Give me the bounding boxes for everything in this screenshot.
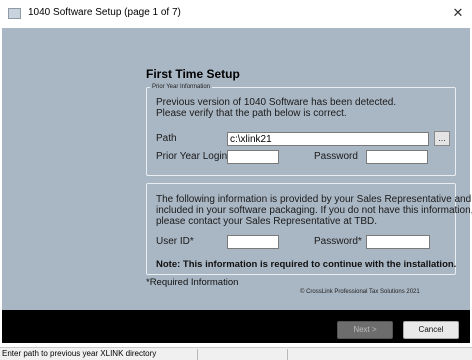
prior-year-login-input[interactable] <box>227 150 279 164</box>
close-icon[interactable]: ✕ <box>450 5 466 21</box>
user-id-label: User ID* <box>156 236 194 247</box>
next-button[interactable]: Next > <box>337 321 393 339</box>
sales-info-line1: The following information is provided by… <box>156 194 472 205</box>
status-text: Enter path to previous year XLINK direct… <box>2 349 157 358</box>
page-heading: First Time Setup <box>146 67 240 81</box>
path-input[interactable] <box>227 132 429 146</box>
user-id-input[interactable] <box>227 235 279 249</box>
sales-password-label: Password* <box>314 236 362 247</box>
sales-info-line3: please contact your Sales Representative… <box>156 216 378 227</box>
prior-year-login-label: Prior Year Login <box>156 151 228 162</box>
status-divider <box>197 349 198 360</box>
window-title: 1040 Software Setup (page 1 of 7) <box>28 7 181 18</box>
app-window-icon <box>8 8 21 19</box>
title-bar: 1040 Software Setup (page 1 of 7) ✕ <box>0 0 472 28</box>
required-note: Note: This information is required to co… <box>156 259 457 270</box>
sales-password-input[interactable] <box>366 235 430 249</box>
detected-message-line1: Previous version of 1040 Software has be… <box>156 97 397 108</box>
status-divider <box>287 349 288 360</box>
sales-info-line2: included in your software packaging. If … <box>156 205 472 216</box>
button-bar: Next > Cancel <box>2 310 470 343</box>
copyright-text: © CrossLink Professional Tax Solutions 2… <box>300 289 420 295</box>
path-label: Path <box>156 133 177 144</box>
required-information-text: *Required Information <box>146 277 239 288</box>
status-bar: Enter path to previous year XLINK direct… <box>0 347 472 360</box>
browse-button[interactable]: ... <box>434 131 450 146</box>
detected-message-line2: Please verify that the path below is cor… <box>156 108 347 119</box>
prior-year-legend: Prior Year Information <box>152 84 211 90</box>
prior-year-password-label: Password <box>314 151 358 162</box>
prior-year-password-input[interactable] <box>366 150 428 164</box>
cancel-button[interactable]: Cancel <box>403 321 459 339</box>
